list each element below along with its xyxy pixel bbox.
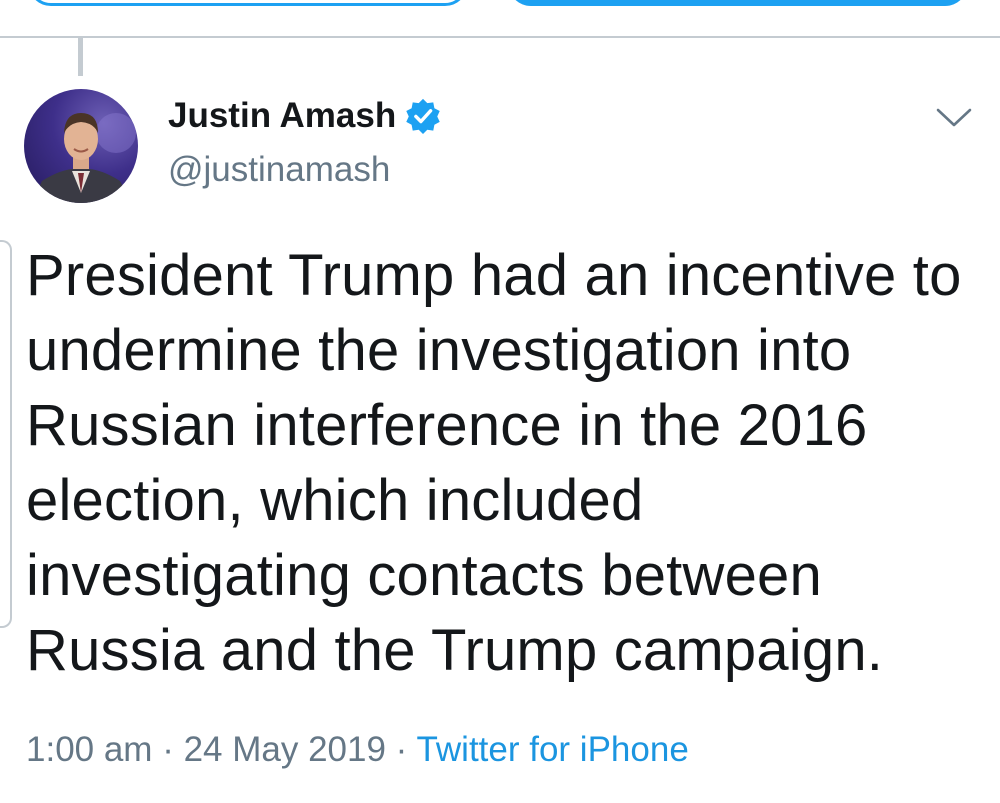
- meta-separator: ·: [385, 730, 417, 769]
- tweet-time[interactable]: 1:00 am: [26, 730, 152, 769]
- thread-connector-line: [78, 38, 83, 76]
- tweet-source-link[interactable]: Twitter for iPhone: [416, 730, 688, 769]
- tweet-text-line: election, which included: [26, 468, 644, 533]
- tweet-text-line: Russian interference in the 2016: [26, 393, 868, 458]
- author-name[interactable]: Justin Amash: [168, 96, 442, 136]
- tweet-text-line: Russia and the Trump campaign.: [26, 618, 884, 683]
- follow-outline-button[interactable]: [28, 0, 468, 6]
- tweet-text-line: investigating contacts between: [26, 543, 822, 608]
- scroll-indicator: [0, 240, 12, 628]
- author-handle[interactable]: @justinamash: [168, 150, 390, 190]
- avatar-photo: [32, 113, 136, 203]
- verified-badge-icon: [406, 98, 440, 135]
- tweet-text-line: President Trump had an incentive to: [26, 243, 962, 308]
- primary-action-button[interactable]: [508, 0, 968, 6]
- author-name-text: Justin Amash: [168, 96, 397, 135]
- tweet-text: President Trump had an incentive to unde…: [26, 238, 986, 688]
- chevron-down-icon[interactable]: [934, 104, 974, 130]
- divider: [0, 36, 1000, 38]
- meta-separator: ·: [152, 730, 184, 769]
- tweet-date[interactable]: 24 May 2019: [184, 730, 386, 769]
- tweet-meta: 1:00 am · 24 May 2019 · Twitter for iPho…: [26, 730, 689, 770]
- tweet-text-line: undermine the investigation into: [26, 318, 852, 383]
- avatar[interactable]: [24, 89, 138, 203]
